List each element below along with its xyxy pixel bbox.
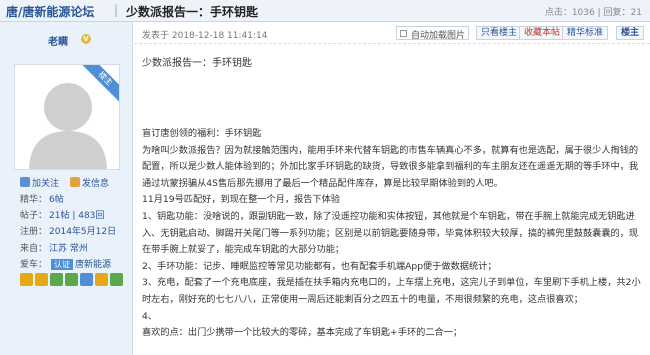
title-separator: | [114,3,119,17]
autoload-images-checkbox[interactable]: 自动加载图片 [396,26,470,41]
profile-region-row: 来自： 江苏 常州 [20,241,88,254]
only-author-button[interactable]: 只看楼主 [476,26,523,40]
author-name[interactable]: 老瞒 [48,33,68,48]
post-toolbar: 发表于 2018-12-18 11:41:14 自动加载图片 只看楼主 收藏本帖… [134,22,650,44]
profile-car-row: 爱车： 认证 唐新能源 [20,257,111,270]
thread-title: 少数派报告一：手环钥匙 [126,5,259,19]
profile-register-row: 注册： 2014年5月12日 [20,224,116,237]
post-time: 发表于 2018-12-18 11:41:14 [142,31,268,41]
register-label: 注册： [20,227,48,237]
post-body-panel: 发表于 2018-12-18 11:41:14 自动加载图片 只看楼主 收藏本帖… [134,22,650,355]
post-paragraph: 3、充电，配套了一个充电底座，我是插在扶手箱内充电口的，上车摆上充电，这完儿子到… [142,277,641,305]
envelope-icon [70,177,80,187]
medal-row [20,273,125,287]
posts-value[interactable]: 21帖 | 483回 [49,211,104,221]
message-label: 发信息 [82,179,110,189]
post-paragraph: 11月19号匹配好，到现在整一个月，报告下体验 [142,194,340,206]
post-paragraph: 为啥叫少数派报告？因为就接触范围内，能用手环来代替车钥匙的市售车辆真心不多，就算… [142,144,639,189]
follow-label: 加关注 [32,179,60,189]
medal-icon[interactable] [110,273,123,286]
checkbox-icon [400,30,407,37]
car-label: 爱车： [20,260,48,270]
medal-icon[interactable] [35,273,48,286]
posts-label: 帖子： [20,211,48,221]
follow-button[interactable]: 加关注 [20,176,59,189]
car-verified-badge: 认证 [51,259,74,270]
profile-posts-row: 帖子： 21帖 | 483回 [20,208,104,221]
views-count: 1036 [571,8,595,18]
avatar[interactable]: 楼主 [14,64,120,170]
digest-label: 精华： [20,195,48,205]
replies-label: 回复： [603,8,631,18]
post-paragraph: 4、 [142,310,158,322]
medal-icon[interactable] [95,273,108,286]
featured-standard-button[interactable]: 精华标准 [562,26,609,40]
medal-icon[interactable] [80,273,93,286]
digest-value[interactable]: 6帖 [49,195,64,205]
forum-name-link[interactable]: 唐/唐新能源论坛 [6,3,94,20]
medal-icon[interactable] [20,273,33,286]
views-label: 点击： [544,8,572,18]
register-value: 2014年5月12日 [49,227,117,237]
region-label: 来自： [20,244,48,254]
post-content: 盲订唐创领的福利：手环钥匙为啥叫少数派报告？因为就接触范围内，能用手环来代替车钥… [142,126,644,342]
author-sidebar: 老瞒 V 楼主 加关注 发信息 精华： 6帖 帖子： 21帖 | 483回 注册： 2… [0,22,133,355]
message-button[interactable]: 发信息 [70,176,109,189]
profile-digest-row: 精华： 6帖 [20,192,64,205]
post-subject: 少数派报告一：手环钥匙 [142,58,252,69]
post-paragraph: 2、手环功能：记步、睡眠监控等常见功能都有，也有配套手机端App便于做数据统计； [142,260,497,272]
forum-header: 唐/唐新能源论坛 | 少数派报告一：手环钥匙 点击：1036 | 回复：21 [0,0,650,22]
post-paragraph: 喜欢的点：出门少携带一个比较大的零碎，基本完成了车钥匙+手环的二合一； [142,327,463,339]
post-paragraph: 1、钥匙功能：没啥说的，跟副钥匙一致，除了没遥控功能和实体按钮，其他就是个车钥匙… [142,210,639,256]
region-value[interactable]: 江苏 常州 [49,244,88,254]
verified-icon: V [81,34,91,44]
car-value[interactable]: 唐新能源 [75,260,111,270]
replies-count: 21 [630,8,642,18]
stats-divider: | [597,8,601,18]
bookmark-button[interactable]: 收藏本帖 [519,26,566,40]
medal-icon[interactable] [65,273,78,286]
post-paragraph: 盲订唐创领的福利：手环钥匙 [142,128,262,139]
autoload-label: 自动加载图片 [411,31,466,41]
floor-label: 楼主 [616,26,645,40]
thread-stats: 点击：1036 | 回复：21 [545,5,642,18]
plus-icon [20,177,30,187]
medal-icon[interactable] [50,273,63,286]
